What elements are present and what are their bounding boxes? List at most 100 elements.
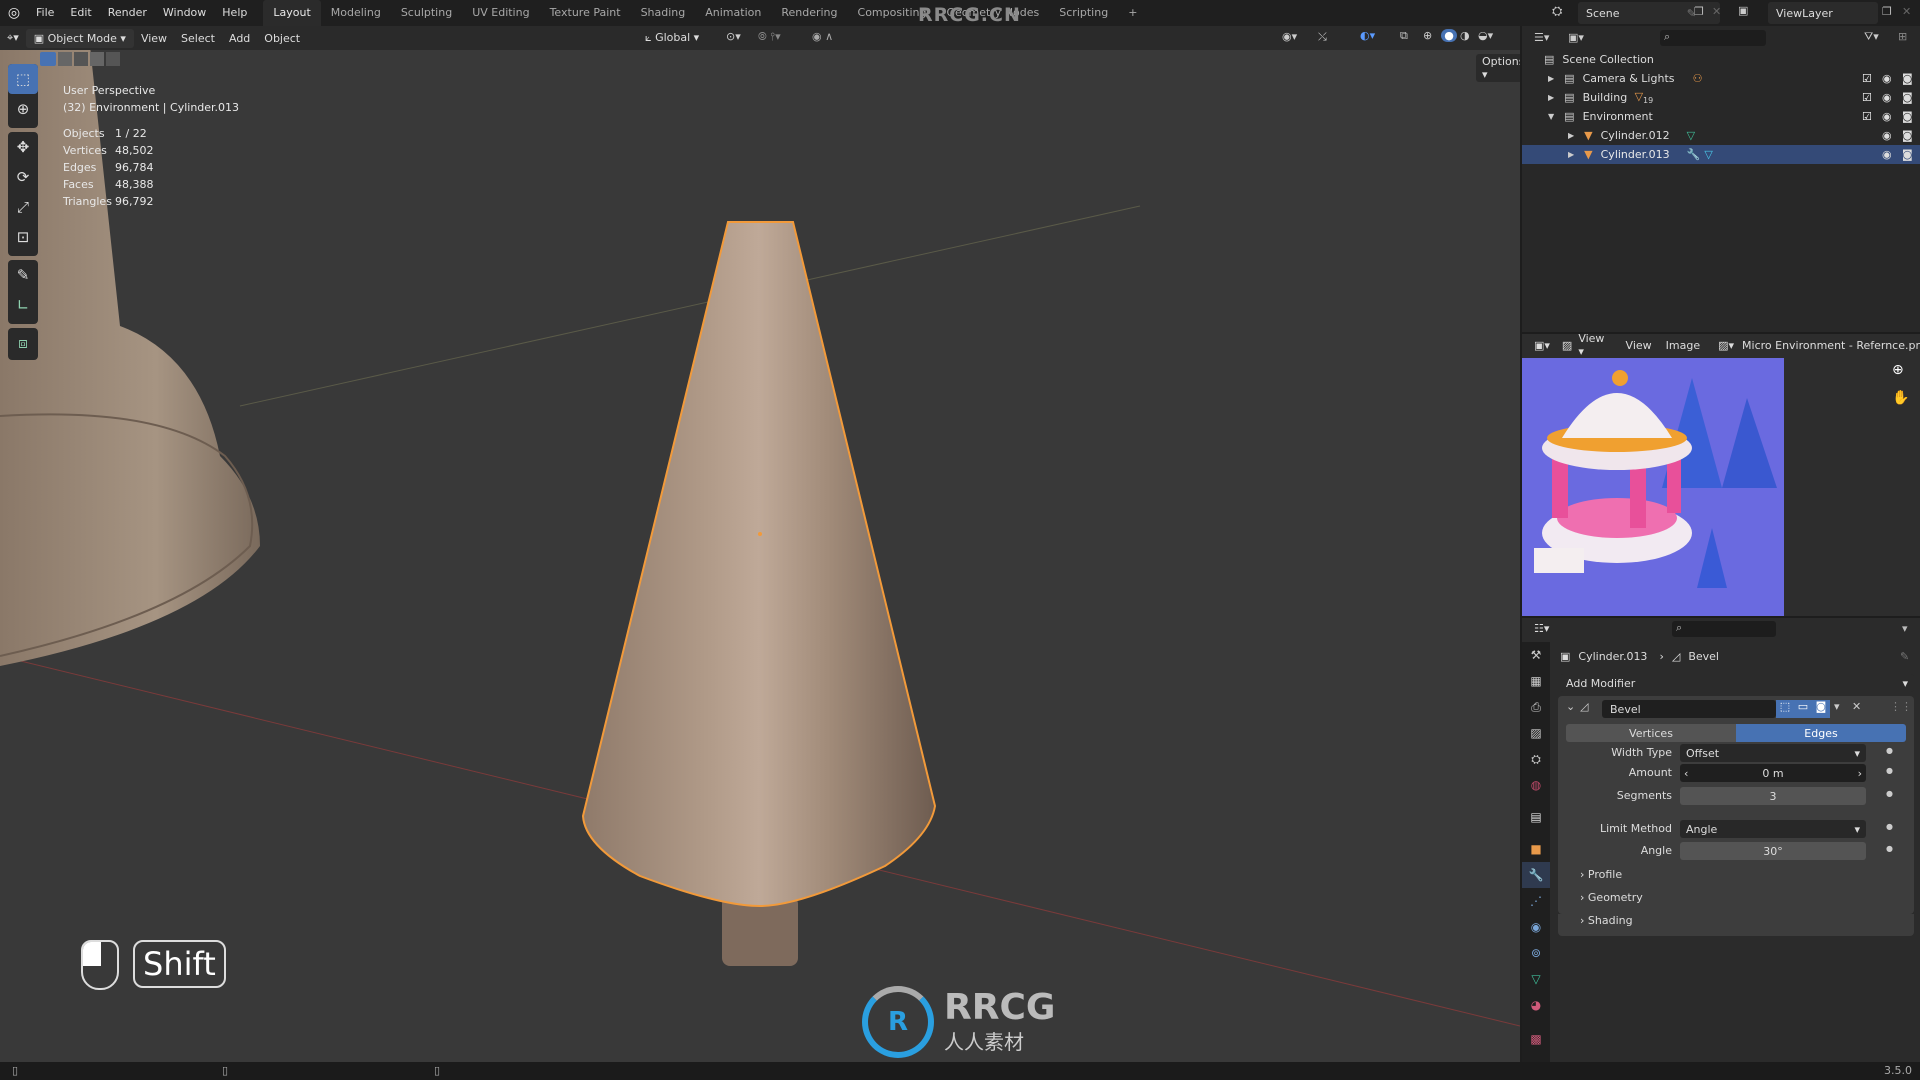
expand-arrow-icon[interactable]: ▶ <box>1568 131 1574 140</box>
tab-uv-editing[interactable]: UV Editing <box>462 0 539 26</box>
visibility-eye-icon[interactable]: ◉ <box>1882 110 1892 123</box>
exclude-checkbox[interactable]: ☑ <box>1862 110 1872 123</box>
object-tab-icon[interactable]: ■ <box>1522 836 1550 862</box>
tab-scripting[interactable]: Scripting <box>1049 0 1118 26</box>
view-layer-tab-icon[interactable]: ▨ <box>1522 720 1550 746</box>
menu-view[interactable]: View <box>1626 339 1652 352</box>
display-mode-icon[interactable]: ☰▾ <box>1534 31 1549 44</box>
texture-tab-icon[interactable]: ▩ <box>1522 1026 1550 1052</box>
visibility-eye-icon[interactable]: ◉ <box>1882 148 1892 161</box>
properties-search-input[interactable]: ⌕ <box>1672 621 1776 637</box>
render-camera-icon[interactable]: ◙ <box>1902 129 1913 142</box>
header-dropdown-icon[interactable]: ▾ <box>1902 622 1908 635</box>
constraints-tab-icon[interactable]: ⊚ <box>1522 940 1550 966</box>
viewlayer-selector[interactable]: ViewLayer <box>1768 2 1878 24</box>
rotate-tool[interactable]: ⟳ <box>8 162 38 192</box>
tab-animation[interactable]: Animation <box>695 0 771 26</box>
new-scene-icon[interactable]: ❐ <box>1694 5 1704 18</box>
measure-tool[interactable]: ∟ <box>8 290 38 320</box>
options-dropdown[interactable]: Options ▾ <box>1476 54 1520 82</box>
wireframe-shading-icon[interactable]: ⊕ <box>1423 29 1432 42</box>
render-tab-icon[interactable]: ▦ <box>1522 668 1550 694</box>
object-mode-dropdown[interactable]: ▣ Object Mode ▾ <box>25 28 134 48</box>
tool-tab-icon[interactable]: ⚒ <box>1522 642 1550 668</box>
pan-hand-icon[interactable]: ✋ <box>1892 390 1909 406</box>
select-invert-icon[interactable] <box>90 52 104 66</box>
editor-type-icon[interactable]: ▣▾ <box>1534 339 1550 352</box>
modifier-options-icon[interactable]: ▾ <box>1834 700 1840 713</box>
affect-edges-button[interactable]: Edges <box>1736 724 1906 742</box>
outliner-row-camera-lights[interactable]: ▶ ▤ Camera & Lights ⚇ ☑ ◉ ◙ <box>1522 69 1920 88</box>
viewport-toggle-icon[interactable]: ▭ <box>1794 700 1812 718</box>
keyframe-dot-icon[interactable]: ● <box>1886 789 1893 798</box>
filter-icon[interactable]: ⛛▾ <box>1864 30 1879 44</box>
decrement-icon[interactable]: ‹ <box>1684 767 1688 780</box>
material-shading-icon[interactable]: ◑ <box>1460 29 1470 42</box>
delete-viewlayer-icon[interactable]: ✕ <box>1902 5 1911 18</box>
keyframe-dot-icon[interactable]: ● <box>1886 766 1893 775</box>
editor-type-icon[interactable]: ☷▾ <box>1534 622 1549 635</box>
output-tab-icon[interactable]: ⎙ <box>1522 694 1550 720</box>
amount-field[interactable]: ‹ 0 m › <box>1680 764 1866 782</box>
outliner-row-building[interactable]: ▶ ▤ Building ▽19 ☑ ◉ ◙ <box>1522 88 1920 107</box>
subpanel-profile[interactable]: › Profile <box>1580 868 1622 881</box>
overlays-icon[interactable]: ◐▾ <box>1360 29 1375 42</box>
add-cube-tool[interactable]: ⧈ <box>8 328 38 358</box>
pivot-icon[interactable]: ⊙▾ <box>726 30 741 43</box>
solid-shading-icon[interactable]: ● <box>1441 29 1457 42</box>
scene-icon[interactable]: ⛭ <box>1552 4 1562 19</box>
expand-arrow-icon[interactable]: ▶ <box>1548 93 1554 102</box>
scale-tool[interactable]: ⤢ <box>8 192 38 222</box>
move-tool[interactable]: ✥ <box>8 132 38 162</box>
remove-modifier-icon[interactable]: ✕ <box>1852 700 1861 713</box>
collection-tab-icon[interactable]: ▤ <box>1522 804 1550 830</box>
keyframe-dot-icon[interactable]: ● <box>1886 822 1893 831</box>
proportional-edit-icon[interactable]: ◉ ∧ <box>812 30 833 43</box>
visibility-eye-icon[interactable]: ◉ <box>1882 72 1892 85</box>
data-tab-icon[interactable]: ▽ <box>1522 966 1550 992</box>
menu-image[interactable]: Image <box>1666 339 1700 352</box>
exclude-checkbox[interactable]: ☑ <box>1862 91 1872 104</box>
width-type-dropdown[interactable]: Offset ▾ <box>1680 744 1866 762</box>
expand-arrow-icon[interactable]: ▶ <box>1568 150 1574 159</box>
menu-edit[interactable]: Edit <box>62 0 99 26</box>
limit-method-dropdown[interactable]: Angle ▾ <box>1680 820 1866 838</box>
drag-handle-icon[interactable]: ⋮⋮ <box>1890 700 1912 713</box>
3d-viewport[interactable]: ⌖▾ ▣ Object Mode ▾ View Select Add Objec… <box>0 26 1520 1062</box>
exclude-checkbox[interactable]: ☑ <box>1862 72 1872 85</box>
add-modifier-dropdown[interactable]: Add Modifier ▾ <box>1560 674 1914 692</box>
viewlayer-icon[interactable]: ▣ <box>1738 4 1748 17</box>
menu-object[interactable]: Object <box>257 32 307 45</box>
menu-view[interactable]: View <box>134 32 174 45</box>
cursor-tool[interactable]: ⊕ <box>8 94 38 124</box>
world-tab-icon[interactable]: ◍ <box>1522 772 1550 798</box>
image-name[interactable]: Micro Environment - Refernce.pr <box>1742 339 1920 352</box>
outliner-row-environment[interactable]: ▼ ▤ Environment ☑ ◉ ◙ <box>1522 107 1920 126</box>
visibility-eye-icon[interactable]: ◉ <box>1882 91 1892 104</box>
segments-field[interactable]: 3 <box>1680 787 1866 805</box>
menu-add[interactable]: Add <box>222 32 257 45</box>
select-subtract-icon[interactable] <box>74 52 88 66</box>
keyframe-dot-icon[interactable]: ● <box>1886 746 1893 755</box>
render-toggle-icon[interactable]: ◙ <box>1812 700 1830 718</box>
transform-tool[interactable]: ⊡ <box>8 222 38 252</box>
delete-scene-icon[interactable]: ✕ <box>1712 5 1721 18</box>
render-camera-icon[interactable]: ◙ <box>1902 148 1913 161</box>
image-mode-icon[interactable]: ▨ <box>1562 339 1572 352</box>
outliner-row-cylinder-013[interactable]: ▶ ▼ Cylinder.013 🔧 ▽ ◉ ◙ <box>1522 145 1920 164</box>
modifier-tab-icon[interactable]: 🔧 <box>1522 862 1550 888</box>
menu-render[interactable]: Render <box>100 0 155 26</box>
select-new-icon[interactable] <box>40 52 56 66</box>
visibility-eye-icon[interactable]: ◉ <box>1882 129 1892 142</box>
pin-icon[interactable]: ✎ <box>1900 650 1909 663</box>
outliner-row-cylinder-012[interactable]: ▶ ▼ Cylinder.012 ▽ ◉ ◙ <box>1522 126 1920 145</box>
subpanel-geometry[interactable]: › Geometry <box>1580 891 1643 904</box>
annotate-tool[interactable]: ✎ <box>8 260 38 290</box>
collapse-chevron-icon[interactable]: ⌄ <box>1566 700 1575 713</box>
render-camera-icon[interactable]: ◙ <box>1902 91 1913 104</box>
expand-arrow-icon[interactable]: ▶ <box>1548 74 1554 83</box>
menu-file[interactable]: File <box>28 0 62 26</box>
tab-sculpting[interactable]: Sculpting <box>391 0 462 26</box>
modifier-name-input[interactable]: Bevel <box>1602 700 1776 718</box>
new-collection-icon[interactable]: ⊞ <box>1898 30 1907 43</box>
